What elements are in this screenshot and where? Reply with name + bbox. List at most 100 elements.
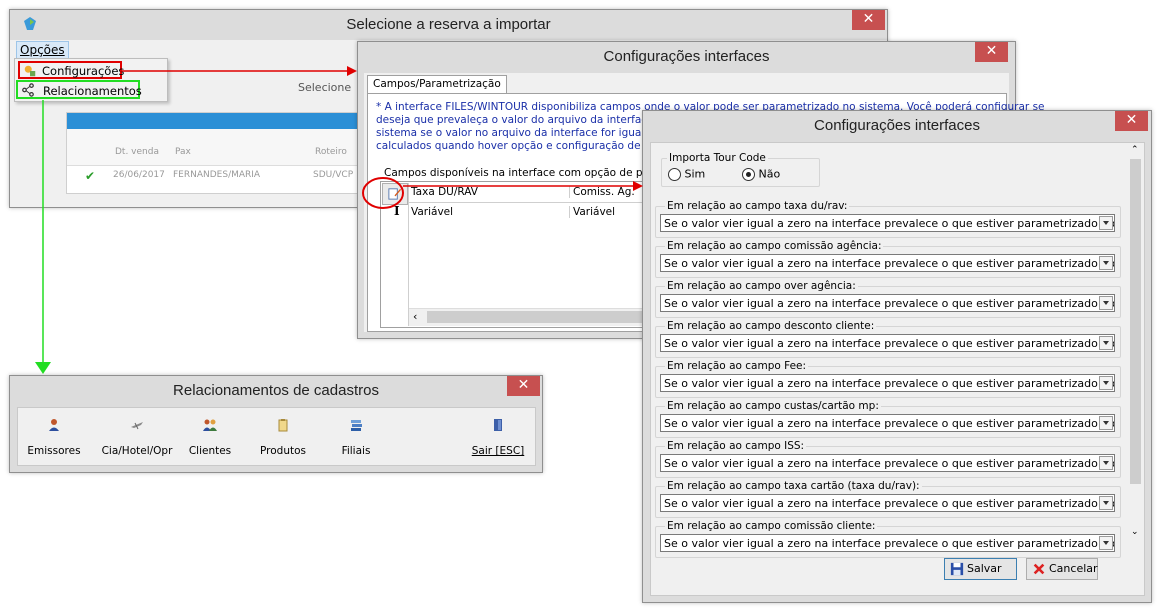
- campo-option-value: Se o valor vier igual a zero na interfac…: [664, 457, 1115, 470]
- campo-option-value: Se o valor vier igual a zero na interfac…: [664, 337, 1115, 350]
- campo-group-label: Em relação ao campo taxa cartão (taxa du…: [665, 480, 922, 492]
- grid-col-comiss[interactable]: Comiss. Ag.: [569, 186, 635, 198]
- campo-option-select[interactable]: Se o valor vier igual a zero na interfac…: [660, 214, 1115, 232]
- relacionamentos-title: Relacionamentos de cadastros: [173, 382, 379, 399]
- campo-group-label: Em relação ao campo over agência:: [665, 280, 858, 292]
- chevron-down-icon[interactable]: [1099, 496, 1113, 510]
- pencil-edit-icon: [388, 188, 402, 200]
- scroll-down-icon[interactable]: ⌄: [1131, 527, 1139, 537]
- campo-option-select[interactable]: Se o valor vier igual a zero na interfac…: [660, 254, 1115, 272]
- campo-option-select[interactable]: Se o valor vier igual a zero na interfac…: [660, 494, 1115, 512]
- stack-icon: [351, 420, 362, 431]
- cancelar-button[interactable]: Cancelar: [1026, 558, 1098, 580]
- edit-button[interactable]: [382, 183, 408, 205]
- menu-item-configuracoes[interactable]: Configurações: [18, 61, 125, 79]
- rel-produtos[interactable]: Produtos: [248, 418, 318, 457]
- campo-option-value: Se o valor vier igual a zero na interfac…: [664, 537, 1115, 550]
- chevron-down-icon[interactable]: [1099, 216, 1113, 230]
- rel-produtos-label: Produtos: [260, 445, 306, 457]
- grid-col-taxa[interactable]: Taxa DU/RAV: [411, 186, 478, 198]
- reserva-close-button[interactable]: ✕: [852, 10, 885, 30]
- campo-group-label: Em relação ao campo desconto cliente:: [665, 320, 877, 332]
- chevron-down-icon[interactable]: [1099, 376, 1113, 390]
- menu-item-relacionamentos[interactable]: Relacionamentos: [16, 80, 142, 99]
- tab-campos-parametrizacao[interactable]: Campos/Parametrização: [367, 75, 507, 94]
- relacionamentos-close-button[interactable]: ✕: [507, 376, 540, 396]
- table-row[interactable]: ✔ 26/06/2017 FERNANDES/MARIA SDU/VCP: [67, 168, 367, 184]
- campo-option-select[interactable]: Se o valor vier igual a zero na interfac…: [660, 334, 1115, 352]
- relacionamentos-window: Relacionamentos de cadastros ✕ Emissores…: [9, 375, 543, 473]
- campo-group-label: Em relação ao campo Fee:: [665, 360, 809, 372]
- reserva-grid: Dt. venda Pax Roteiro ✔ 26/06/2017 FERNA…: [66, 112, 368, 194]
- rel-cia-hotel[interactable]: Cia/Hotel/Opr: [92, 418, 182, 457]
- col-dt-venda[interactable]: Dt. venda: [115, 147, 159, 157]
- col-roteiro[interactable]: Roteiro: [315, 147, 347, 157]
- cell-comiss[interactable]: Variável: [569, 206, 615, 218]
- grid-column-headers: Dt. venda Pax Roteiro: [67, 129, 367, 166]
- campo-group-label: Em relação ao campo ISS:: [665, 440, 807, 452]
- chevron-down-icon[interactable]: [1099, 256, 1113, 270]
- cancelar-label: Cancelar: [1049, 562, 1098, 575]
- cell-pax: FERNANDES/MARIA: [173, 170, 261, 180]
- person-icon: [49, 419, 59, 431]
- cell-roteiro: SDU/VCP: [313, 170, 354, 180]
- info-line-3: sistema se o valor no arquivo da interfa…: [376, 127, 680, 139]
- vertical-scroll-thumb[interactable]: [1130, 159, 1141, 484]
- campo-option-select[interactable]: Se o valor vier igual a zero na interfac…: [660, 414, 1115, 432]
- campo-option-value: Se o valor vier igual a zero na interfac…: [664, 377, 1115, 390]
- config-front-close-button[interactable]: ✕: [1115, 111, 1148, 131]
- rel-emissores[interactable]: Emissores: [19, 418, 89, 457]
- chevron-down-icon[interactable]: [1099, 416, 1113, 430]
- chevron-down-icon[interactable]: [1099, 456, 1113, 470]
- config-front-titlebar: Configurações interfaces ✕: [643, 111, 1151, 141]
- selecione-hint: Selecione: [298, 81, 352, 94]
- info-line-4: calculados quando hover opção e configur…: [376, 140, 685, 152]
- radio-sim[interactable]: Sim: [668, 167, 705, 181]
- campo-option-value: Se o valor vier igual a zero na interfac…: [664, 297, 1115, 310]
- config-back-title: Configurações interfaces: [603, 48, 770, 65]
- salvar-label: Salvar: [967, 562, 1002, 575]
- rel-clientes[interactable]: Clientes: [175, 418, 245, 457]
- campo-group-label: Em relação ao campo comissão cliente:: [665, 520, 878, 532]
- check-icon: ✔: [85, 169, 96, 183]
- campo-group-label: Em relação ao campo taxa du/rav:: [665, 200, 850, 212]
- floppy-disk-icon: [950, 562, 964, 576]
- text-cursor-icon: I: [394, 204, 400, 218]
- chevron-down-icon[interactable]: [1099, 336, 1113, 350]
- cell-taxa[interactable]: Variável: [411, 206, 453, 218]
- rel-filiais-label: Filiais: [341, 445, 371, 457]
- rel-sair[interactable]: Sair [ESC]: [463, 418, 533, 457]
- info-line-2: deseja que prevaleça o valor do arquivo …: [376, 114, 673, 126]
- chevron-down-icon[interactable]: [1099, 296, 1113, 310]
- door-exit-icon: [494, 419, 502, 431]
- campo-option-select[interactable]: Se o valor vier igual a zero na interfac…: [660, 294, 1115, 312]
- scroll-thumb[interactable]: [427, 311, 662, 323]
- importa-label: Importa Tour Code: [667, 152, 768, 164]
- vertical-scrollbar[interactable]: ⌃ ⌄: [1128, 143, 1143, 543]
- config-back-close-button[interactable]: ✕: [975, 42, 1008, 62]
- scroll-left-icon[interactable]: ‹: [413, 310, 417, 323]
- relacionamentos-client: Emissores Cia/Hotel/Opr Clientes Produto…: [17, 407, 536, 466]
- col-pax[interactable]: Pax: [175, 147, 191, 157]
- horizontal-scrollbar[interactable]: ‹: [409, 308, 680, 326]
- campo-option-value: Se o valor vier igual a zero na interfac…: [664, 497, 1115, 510]
- chevron-down-icon[interactable]: [1099, 536, 1113, 550]
- relacionamentos-label: Relacionamentos: [43, 84, 142, 98]
- cell-date: 26/06/2017: [113, 170, 165, 180]
- rel-filiais[interactable]: Filiais: [321, 418, 391, 457]
- share-icon: [22, 83, 34, 97]
- radio-sim-label: Sim: [684, 167, 706, 181]
- reserva-title: Selecione a reserva a importar: [346, 16, 551, 33]
- salvar-button[interactable]: Salvar: [944, 558, 1017, 580]
- radio-nao[interactable]: Não: [742, 167, 780, 181]
- configuracoes-label: Configurações: [42, 64, 125, 78]
- menu-opcoes[interactable]: Opções: [16, 41, 69, 59]
- campo-group-label: Em relação ao campo comissão agência:: [665, 240, 884, 252]
- campo-option-select[interactable]: Se o valor vier igual a zero na interfac…: [660, 534, 1115, 552]
- radio-nao-icon: [742, 167, 755, 181]
- campo-group-label: Em relação ao campo custas/cartão mp:: [665, 400, 881, 412]
- campo-option-select[interactable]: Se o valor vier igual a zero na interfac…: [660, 374, 1115, 392]
- configuracoes-icon: [24, 65, 36, 77]
- campo-option-select[interactable]: Se o valor vier igual a zero na interfac…: [660, 454, 1115, 472]
- scroll-up-icon[interactable]: ⌃: [1131, 145, 1139, 155]
